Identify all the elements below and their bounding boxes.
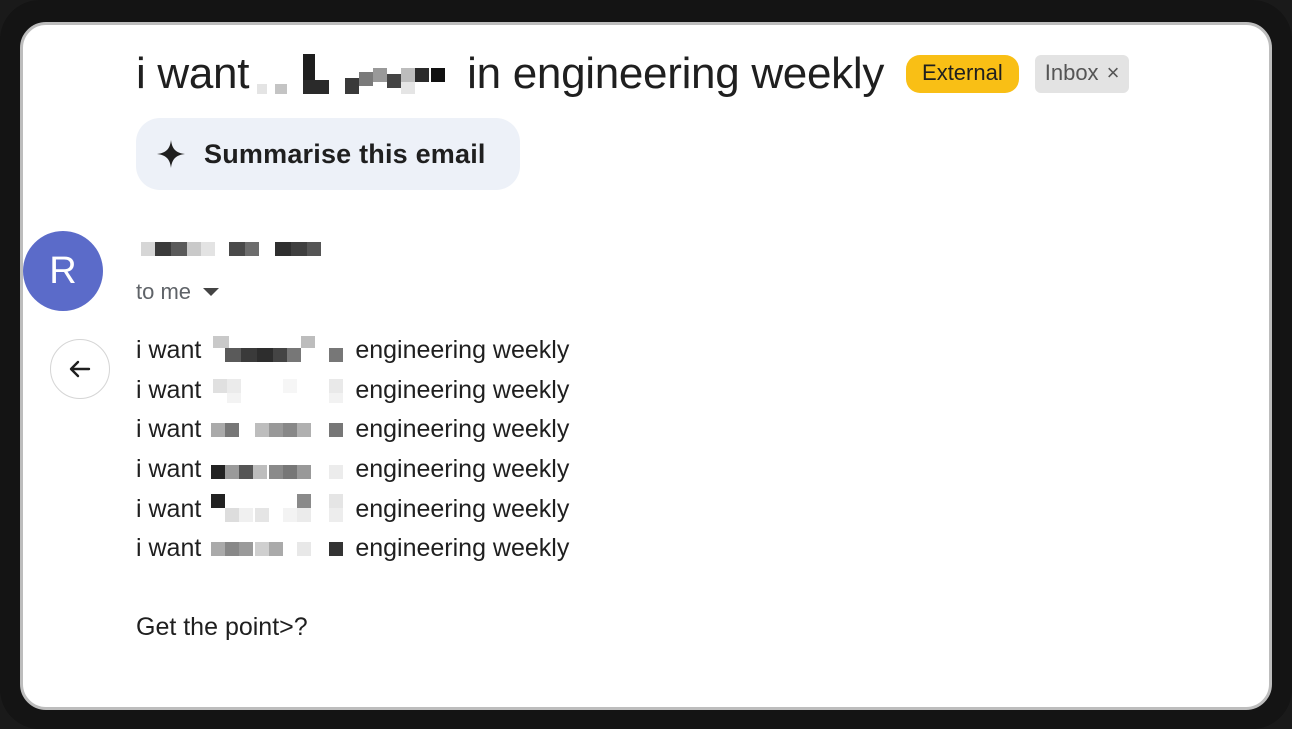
device-frame: i want in engineering weekly External In… xyxy=(0,0,1292,729)
email-body: i want engineering weekly i want enginee… xyxy=(136,331,569,569)
body-line-prefix: i want xyxy=(136,455,202,484)
body-line-redaction xyxy=(211,375,345,405)
close-icon[interactable]: × xyxy=(1107,60,1120,86)
sender-name-redaction xyxy=(141,241,321,257)
body-line-suffix: engineering weekly xyxy=(355,534,570,563)
body-line-suffix: engineering weekly xyxy=(355,415,570,444)
body-line-suffix: engineering weekly xyxy=(355,455,570,484)
email-view: i want in engineering weekly External In… xyxy=(20,22,1272,710)
sparkle-icon xyxy=(157,140,185,168)
body-line: i want engineering weekly xyxy=(136,489,569,529)
subject-suffix: in engineering weekly xyxy=(467,49,885,98)
body-line: i want engineering weekly xyxy=(136,450,569,490)
body-line-redaction xyxy=(211,335,345,366)
subject-prefix: i want xyxy=(136,49,250,98)
back-button[interactable] xyxy=(50,339,110,399)
body-line-prefix: i want xyxy=(136,375,202,404)
body-line-redaction xyxy=(211,534,345,564)
body-line-suffix: engineering weekly xyxy=(355,336,570,365)
body-line-prefix: i want xyxy=(136,415,202,444)
body-line-redaction xyxy=(211,415,345,445)
summarise-email-button[interactable]: Summarise this email xyxy=(136,118,520,190)
body-line-prefix: i want xyxy=(136,534,202,563)
external-label: External xyxy=(906,55,1019,93)
recipient-details-toggle[interactable]: to me xyxy=(136,279,220,305)
body-line-redaction xyxy=(211,455,345,485)
body-line: i want engineering weekly xyxy=(136,331,569,371)
subject-row: i want in engineering weekly External In… xyxy=(136,49,1130,99)
body-line-prefix: i want xyxy=(136,494,202,523)
body-line-suffix: engineering weekly xyxy=(355,494,570,523)
avatar[interactable]: R xyxy=(23,231,103,311)
body-line: i want engineering weekly xyxy=(136,529,569,569)
inbox-label: Inbox × xyxy=(1034,55,1130,93)
summarise-label: Summarise this email xyxy=(204,138,486,169)
body-line-suffix: engineering weekly xyxy=(355,375,570,404)
arrow-left-icon xyxy=(69,360,91,378)
body-line: i want engineering weekly xyxy=(136,410,569,450)
body-line-redaction xyxy=(211,494,345,524)
body-line-prefix: i want xyxy=(136,336,202,365)
inbox-label-text: Inbox xyxy=(1044,60,1099,85)
closing-line: Get the point>? xyxy=(136,613,308,641)
subject-redaction xyxy=(255,54,455,94)
body-line: i want engineering weekly xyxy=(136,371,569,411)
recipient-text: to me xyxy=(136,279,192,304)
caret-down-icon xyxy=(203,288,220,296)
